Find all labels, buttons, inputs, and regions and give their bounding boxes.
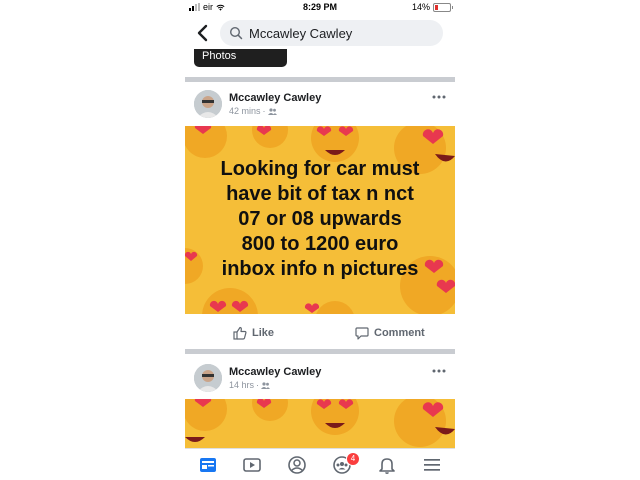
back-arrow-icon[interactable] <box>195 23 211 43</box>
more-options-icon[interactable] <box>432 95 446 99</box>
emoji-background <box>185 399 455 447</box>
post-meta: 42 mins · <box>229 106 277 116</box>
search-header: Mccawley Cawley <box>185 17 455 49</box>
friends-icon <box>267 107 277 115</box>
status-right: 14% <box>411 2 453 12</box>
phone-screen: eir 8:29 PM 14% Mccawley Cawley Photos M… <box>185 0 455 480</box>
avatar-image <box>194 364 222 392</box>
bell-tab-icon[interactable] <box>376 454 398 476</box>
thumbs-up-icon <box>233 326 247 340</box>
post-text-line: 800 to 1200 euro <box>241 233 399 255</box>
post-author[interactable]: Mccawley Cawley <box>229 366 321 378</box>
friends-icon <box>261 381 271 389</box>
section-divider <box>185 349 455 354</box>
post-header: Mccawley Cawley 14 hrs · <box>185 362 455 398</box>
section-divider <box>185 77 455 82</box>
post-image[interactable]: Looking for car must have bit of tax n n… <box>185 126 455 314</box>
avatar-image <box>194 90 222 118</box>
post-meta: 14 hrs · <box>229 380 271 390</box>
notification-badge: 4 <box>346 452 360 466</box>
post-actions: Like Comment <box>185 322 455 348</box>
post-text-line: have bit of tax n nct <box>226 183 414 205</box>
search-query: Mccawley Cawley <box>249 26 353 41</box>
avatar[interactable] <box>194 364 222 392</box>
post-header: Mccawley Cawley 42 mins · <box>185 88 455 124</box>
comment-label: Comment <box>374 327 425 339</box>
meta-separator: · <box>256 380 260 390</box>
post-text: Looking for car must have bit of tax n n… <box>185 157 455 282</box>
status-bar: eir 8:29 PM 14% <box>185 0 455 14</box>
search-input[interactable]: Mccawley Cawley <box>220 20 443 46</box>
menu-tab-icon[interactable] <box>421 454 443 476</box>
post-text-line: 07 or 08 upwards <box>238 208 402 230</box>
post-time[interactable]: 42 mins <box>229 106 261 116</box>
battery-icon <box>433 2 453 12</box>
avatar[interactable] <box>194 90 222 118</box>
battery-percent: 14% <box>411 2 430 12</box>
post-author[interactable]: Mccawley Cawley <box>229 92 321 104</box>
meta-separator: · <box>262 106 266 116</box>
post-text-line: inbox info n pictures <box>221 258 419 280</box>
post-text-line: Looking for car must <box>220 158 420 180</box>
bottom-nav: 4 <box>185 448 455 480</box>
like-button[interactable]: Like <box>233 326 274 340</box>
watch-tab-icon[interactable] <box>241 454 263 476</box>
comment-button[interactable]: Comment <box>355 326 425 340</box>
more-options-icon[interactable] <box>432 369 446 373</box>
search-icon <box>229 26 243 40</box>
like-label: Like <box>252 327 275 339</box>
post-time[interactable]: 14 hrs <box>229 380 254 390</box>
profile-tab-icon[interactable] <box>286 454 308 476</box>
comment-icon <box>355 327 369 340</box>
post-image[interactable] <box>185 399 455 448</box>
news-feed-tab-icon[interactable] <box>197 454 219 476</box>
photos-button[interactable]: Photos <box>194 49 287 67</box>
